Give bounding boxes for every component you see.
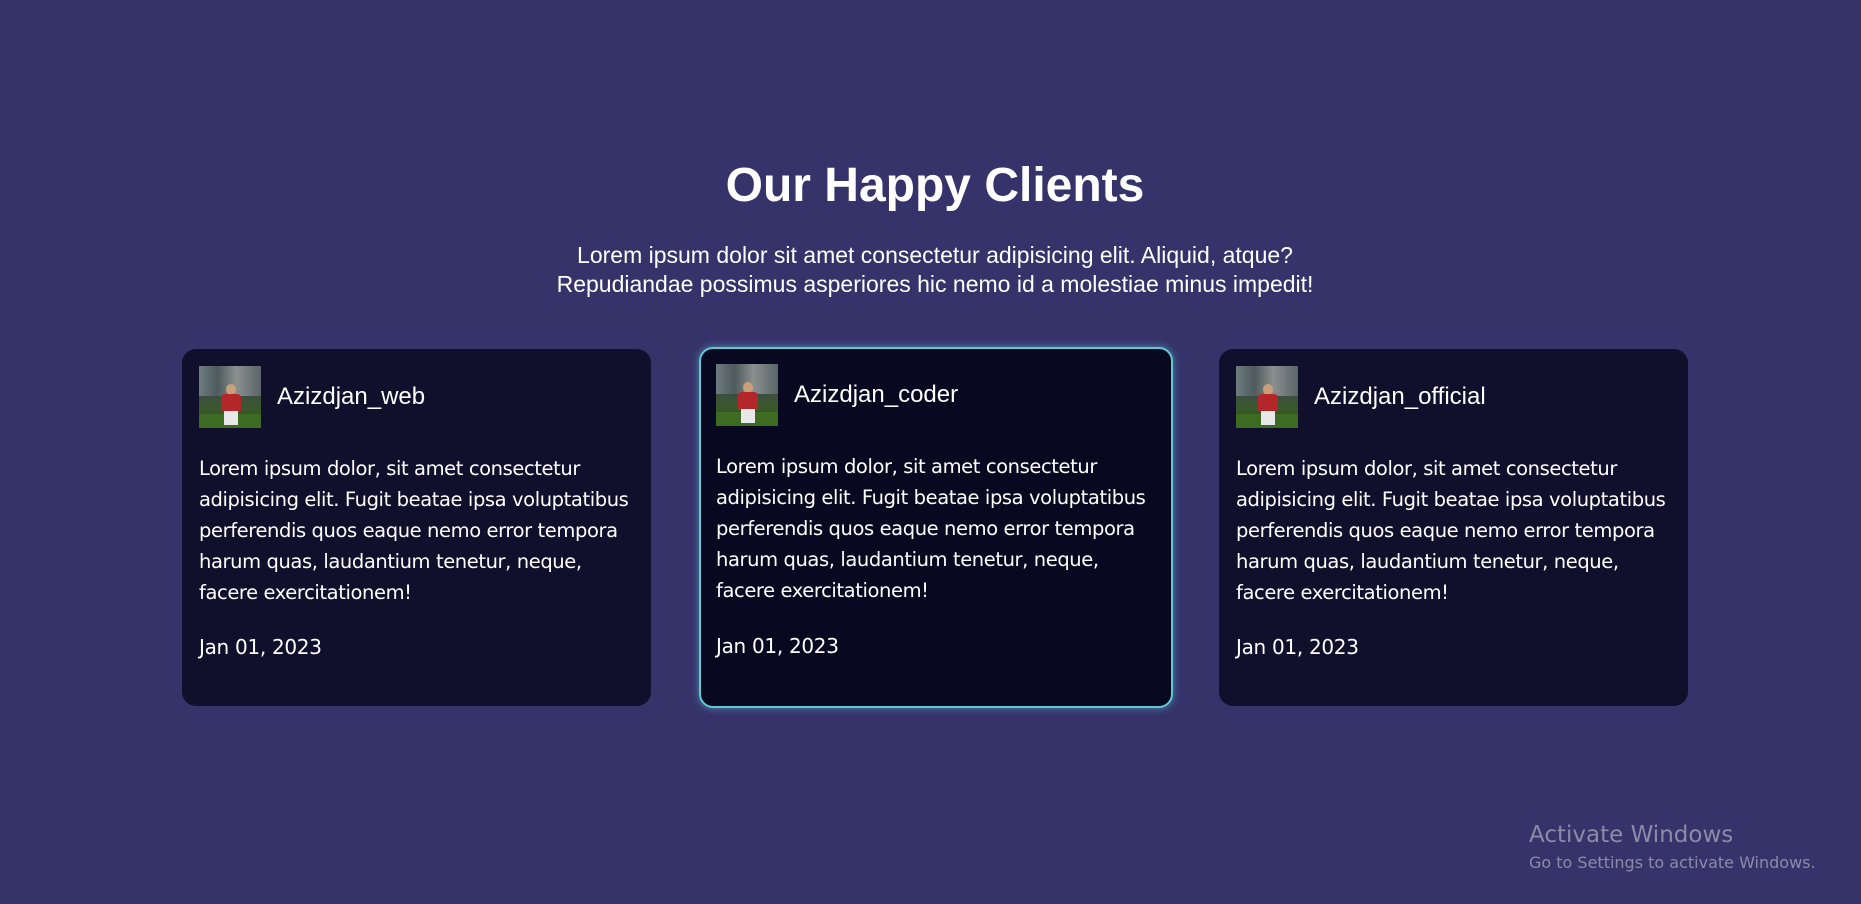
- card-header: Azizdjan_official: [1236, 366, 1486, 428]
- activate-windows-watermark: Activate Windows Go to Settings to activ…: [1529, 820, 1816, 874]
- testimonial-text: Lorem ipsum dolor, sit amet consectetur …: [716, 455, 1146, 602]
- avatar: [1236, 366, 1298, 428]
- testimonial-text: Lorem ipsum dolor, sit amet consectetur …: [199, 457, 629, 604]
- watermark-subtitle: Go to Settings to activate Windows.: [1529, 853, 1816, 872]
- testimonial-card-3[interactable]: Azizdjan_official Lorem ipsum dolor, sit…: [1219, 349, 1688, 706]
- subtitle-line-2: Repudiandae possimus asperiores hic nemo…: [556, 271, 1314, 297]
- watermark-title: Activate Windows: [1529, 822, 1734, 848]
- testimonial-text: Lorem ipsum dolor, sit amet consectetur …: [1236, 457, 1666, 604]
- subtitle-line-1: Lorem ipsum dolor sit amet consectetur a…: [577, 242, 1293, 268]
- testimonial-card-2[interactable]: Azizdjan_coder Lorem ipsum dolor, sit am…: [699, 347, 1173, 708]
- card-header: Azizdjan_web: [199, 366, 425, 428]
- section-title: Our Happy Clients: [725, 159, 1145, 212]
- testimonial-date: Jan 01, 2023: [1236, 635, 1359, 659]
- card-header: Azizdjan_coder: [716, 364, 958, 426]
- client-name: Azizdjan_web: [277, 383, 426, 410]
- testimonial-date: Jan 01, 2023: [716, 634, 839, 658]
- avatar: [716, 364, 778, 426]
- section-subtitle: Lorem ipsum dolor sit amet consectetur a…: [0, 241, 1861, 299]
- client-name: Azizdjan_coder: [794, 381, 959, 408]
- testimonial-date: Jan 01, 2023: [199, 635, 322, 659]
- avatar: [199, 366, 261, 428]
- client-name: Azizdjan_official: [1314, 383, 1486, 410]
- testimonials-section: Our Happy Clients Lorem ipsum dolor sit …: [0, 0, 1861, 904]
- testimonial-card-1[interactable]: Azizdjan_web Lorem ipsum dolor, sit amet…: [182, 349, 651, 706]
